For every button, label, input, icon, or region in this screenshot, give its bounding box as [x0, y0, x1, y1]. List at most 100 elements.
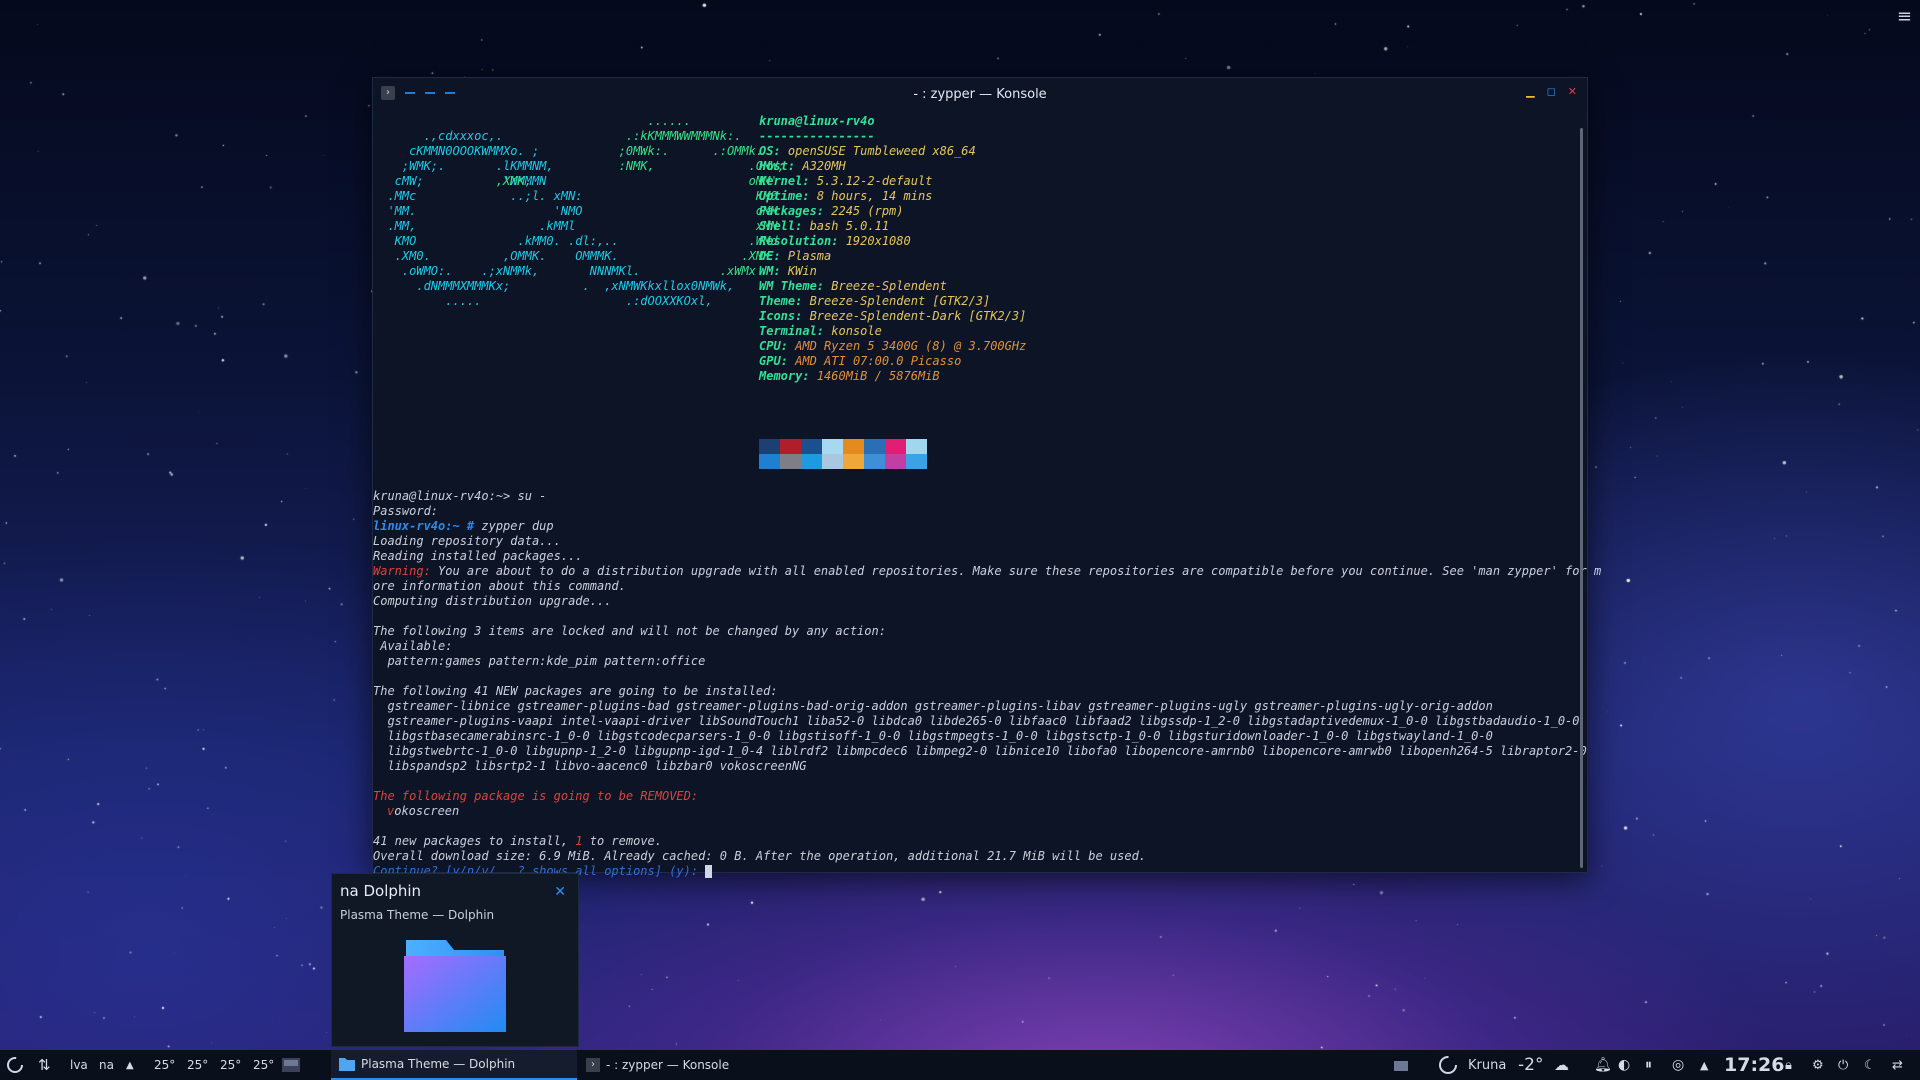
desktop-menu-icon[interactable]: ≡: [1897, 6, 1912, 27]
night-color-icon[interactable]: ◐: [1618, 1050, 1630, 1080]
terminal-scrollbar[interactable]: [1580, 128, 1583, 868]
info-colon: :: [802, 174, 817, 188]
info-colon: :: [795, 219, 810, 233]
task-konsole[interactable]: › - : zypper — Konsole: [578, 1050, 786, 1080]
task-dolphin[interactable]: Plasma Theme — Dolphin: [331, 1050, 577, 1080]
taskbar: ⇅ lva na ▲ 25° 25° 25° 25° Plasma Theme …: [0, 1050, 1920, 1080]
tooltip-title: na Dolphin: [340, 882, 422, 900]
palette-swatch: [843, 454, 864, 469]
ascii-logo-line: :NMK, .OMW;: [373, 159, 785, 173]
temperature-4: 25°: [253, 1058, 275, 1072]
palette-swatch: [885, 439, 906, 454]
neofetch-user-host: kruna@linux-rv4o: [759, 114, 875, 128]
folder-icon: [339, 1058, 355, 1071]
info-colon: :: [780, 354, 796, 368]
user-name[interactable]: Kruna: [1468, 1050, 1506, 1080]
window-title: - : zypper — Konsole: [913, 87, 1047, 102]
info-colon: :: [773, 264, 788, 278]
task-preview-tooltip[interactable]: na Dolphin ✕ Plasma Theme — Dolphin: [331, 873, 579, 1047]
konsole-icon: ›: [586, 1058, 600, 1072]
info-colon: :: [816, 279, 832, 293]
network-icon[interactable]: ⇅: [38, 1050, 51, 1080]
settings-icon[interactable]: ⚙: [1812, 1050, 1824, 1080]
neofetch-info-row: Host: A320MH: [759, 159, 846, 174]
weather-icon[interactable]: ☁: [1554, 1050, 1569, 1080]
dolphin-folder-preview-icon[interactable]: [402, 938, 508, 1034]
info-colon: :: [787, 159, 803, 173]
ascii-logo-line: oMM: [373, 204, 778, 218]
info-value: Breeze-Splendent-Dark [GTK2/3]: [809, 309, 1027, 323]
info-label: Memory: [759, 369, 803, 383]
pager-desktop-icon[interactable]: [282, 1050, 300, 1080]
info-value: 1460MiB / 5876MiB: [816, 369, 940, 383]
neofetch-info-row: Packages: 2245 (rpm): [759, 204, 904, 219]
konsole-window[interactable]: › - : zypper — Konsole ▁ ◻ ✕ ...... .,cd…: [372, 77, 1601, 878]
network-manager-icon[interactable]: ◎: [1672, 1050, 1684, 1080]
maximize-button[interactable]: ◻: [1547, 85, 1556, 98]
info-value: 8 hours, 14 mins: [816, 189, 933, 203]
ascii-logo-line: ;0MWk:. .:OMMk.: [373, 144, 764, 158]
info-value: Breeze-Splendent [GTK2/3]: [809, 294, 991, 308]
switch-user-icon[interactable]: ⇄: [1892, 1050, 1903, 1080]
info-label: GPU: [759, 354, 781, 368]
close-button[interactable]: ✕: [1568, 85, 1577, 98]
neofetch-info-row: Uptime: 8 hours, 14 mins: [759, 189, 932, 204]
command-zypper: zypper dup: [481, 519, 554, 533]
info-colon: :: [795, 309, 810, 323]
ascii-logo-line: ..... .:dOOXXKOxl,: [373, 294, 713, 308]
neofetch-info-row: OS: openSUSE Tumbleweed x86_64: [759, 144, 976, 159]
lock-screen-icon[interactable]: 🔒︎: [1785, 1050, 1792, 1080]
info-label: Shell: [759, 219, 796, 233]
info-colon: :: [780, 339, 796, 353]
info-value: 5.3.12-2-default: [816, 174, 933, 188]
ascii-logo-line: ,XMK, oMM': [373, 174, 778, 188]
info-value: 2245 (rpm): [831, 204, 904, 218]
close-window-button[interactable]: ✕: [554, 884, 566, 900]
neofetch-info-row: Terminal: konsole: [759, 324, 882, 339]
temperature-1: 25°: [154, 1058, 176, 1072]
new-packages-heading: The following 41 NEW packages are going …: [373, 684, 778, 698]
user-avatar-icon[interactable]: [1438, 1050, 1458, 1080]
neofetch-info-row: Theme: Breeze-Splendent [GTK2/3]: [759, 294, 990, 309]
info-colon: :: [773, 144, 788, 158]
summary-remove-count: 1: [575, 834, 583, 848]
ascii-logo-line: .xWMx: [373, 264, 756, 278]
download-size-line: Overall download size: 6.9 MiB. Already …: [373, 849, 1147, 863]
task-konsole-label: - : zypper — Konsole: [606, 1058, 730, 1072]
info-label: DE: [759, 249, 774, 263]
taskbar-label-lva[interactable]: lva: [70, 1050, 88, 1080]
info-colon: :: [816, 324, 832, 338]
window-titlebar[interactable]: › - : zypper — Konsole ▁ ◻ ✕: [373, 78, 1587, 112]
info-label: OS: [759, 144, 774, 158]
taskbar-label-na[interactable]: na: [99, 1050, 114, 1080]
summary-text: 41 new packages to install,: [373, 834, 576, 848]
prompt-line-zypper: linux-rv4o:~ # zypper dup: [373, 519, 554, 534]
info-value: KWin: [787, 264, 817, 278]
summary-text: to remove.: [582, 834, 663, 848]
notifications-icon[interactable]: 🔔︎: [1594, 1050, 1612, 1080]
password-line: Password:: [373, 504, 439, 518]
info-value: A320MH: [802, 159, 846, 173]
tray-expand-icon[interactable]: ▲: [1700, 1050, 1708, 1080]
info-colon: :: [831, 234, 846, 248]
palette-swatch: [801, 454, 822, 469]
application-launcher-icon[interactable]: [6, 1050, 24, 1080]
color-palette: [759, 439, 927, 469]
power-icon[interactable]: ⏻: [1838, 1050, 1848, 1080]
window-icon[interactable]: [1394, 1050, 1410, 1080]
media-pause-icon[interactable]: ⏸︎: [1645, 1050, 1652, 1080]
neofetch-info-row: CPU: AMD Ryzen 5 3400G (8) @ 3.700GHz: [759, 339, 1026, 354]
minimize-button[interactable]: ▁: [1526, 85, 1534, 98]
palette-swatch: [864, 454, 885, 469]
chevron-up-icon[interactable]: ▲: [126, 1050, 134, 1080]
neofetch-info-row: Shell: bash 5.0.11: [759, 219, 889, 234]
sleep-icon[interactable]: ☾: [1864, 1050, 1876, 1080]
weather-temperature[interactable]: -2°: [1518, 1050, 1543, 1080]
neofetch-info-row: Resolution: 1920x1080: [759, 234, 911, 249]
user-prompt: kruna@linux-rv4o:~>: [373, 489, 518, 503]
clock[interactable]: 17:26: [1724, 1050, 1784, 1080]
palette-swatch: [759, 439, 780, 454]
ascii-logo-line: xMN: [373, 219, 778, 233]
terminal-output[interactable]: ...... .,cdxxxoc,. .:kKMMMWWMMMNk:. cKMM…: [373, 112, 1601, 878]
tooltip-subtitle: Plasma Theme — Dolphin: [340, 908, 495, 922]
